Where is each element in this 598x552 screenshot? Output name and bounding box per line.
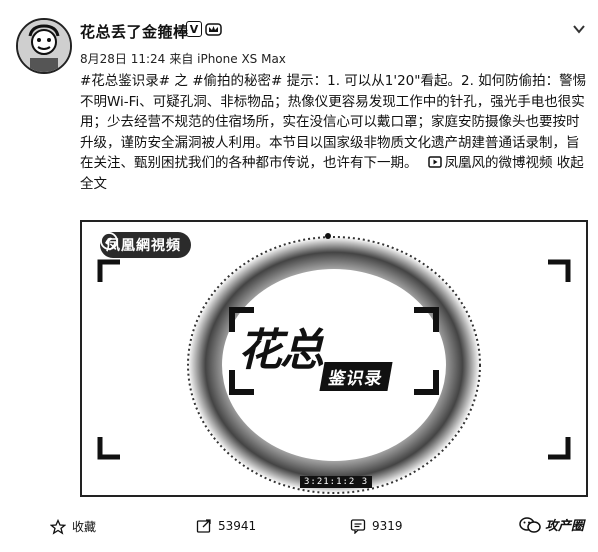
post-source: 来自 iPhone XS Max <box>169 52 286 66</box>
post-date: 8月28日 11:24 <box>80 52 166 66</box>
star-icon <box>50 518 66 535</box>
favorite-button[interactable]: 收藏 <box>50 518 96 535</box>
avatar[interactable] <box>16 18 72 74</box>
show-title: 花总 鉴识录 <box>234 314 434 396</box>
video-link[interactable]: 凤凰风的微博视频 <box>445 155 553 171</box>
action-bar: 收藏 53941 9319 <box>0 514 598 540</box>
show-title-sub: 鉴识录 <box>319 362 393 391</box>
post-meta: 8月28日 11:24 来自 iPhone XS Max <box>80 50 286 67</box>
wechat-logo-icon <box>519 516 541 533</box>
comment-count: 9319 <box>372 519 403 533</box>
author-badges: V <box>186 21 222 37</box>
video-player[interactable]: 凤凰網視頻 花总 鉴识录 3:21:1:2 3 <box>80 220 588 497</box>
watermark: 攻产圈 <box>519 515 584 534</box>
post-text-block: #花总鉴识录# 之 #偷拍的秘密# 提示：1. 可以从1'20"看起。2. 如何… <box>80 71 588 194</box>
member-crown-icon <box>205 23 222 36</box>
video-timecode: 3:21:1:2 3 <box>300 476 373 488</box>
chevron-down-icon[interactable] <box>572 22 586 36</box>
phoenix-logo-icon <box>100 232 118 250</box>
author-name[interactable]: 花总丢了金箍棒 <box>80 21 189 42</box>
favorite-label: 收藏 <box>72 520 97 534</box>
ifeng-video-logo: 凤凰網視頻 <box>100 232 191 258</box>
watermark-text: 攻产圈 <box>544 519 584 534</box>
repost-icon <box>196 519 211 533</box>
video-link-icon <box>427 156 442 168</box>
comment-button[interactable]: 9319 <box>350 518 403 534</box>
cartoon-avatar-icon <box>18 20 70 72</box>
verified-badge: V <box>186 21 202 37</box>
show-title-main: 花总 <box>238 325 324 376</box>
comment-icon <box>350 519 366 534</box>
repost-button[interactable]: 53941 <box>196 518 256 534</box>
repost-count: 53941 <box>218 519 257 533</box>
